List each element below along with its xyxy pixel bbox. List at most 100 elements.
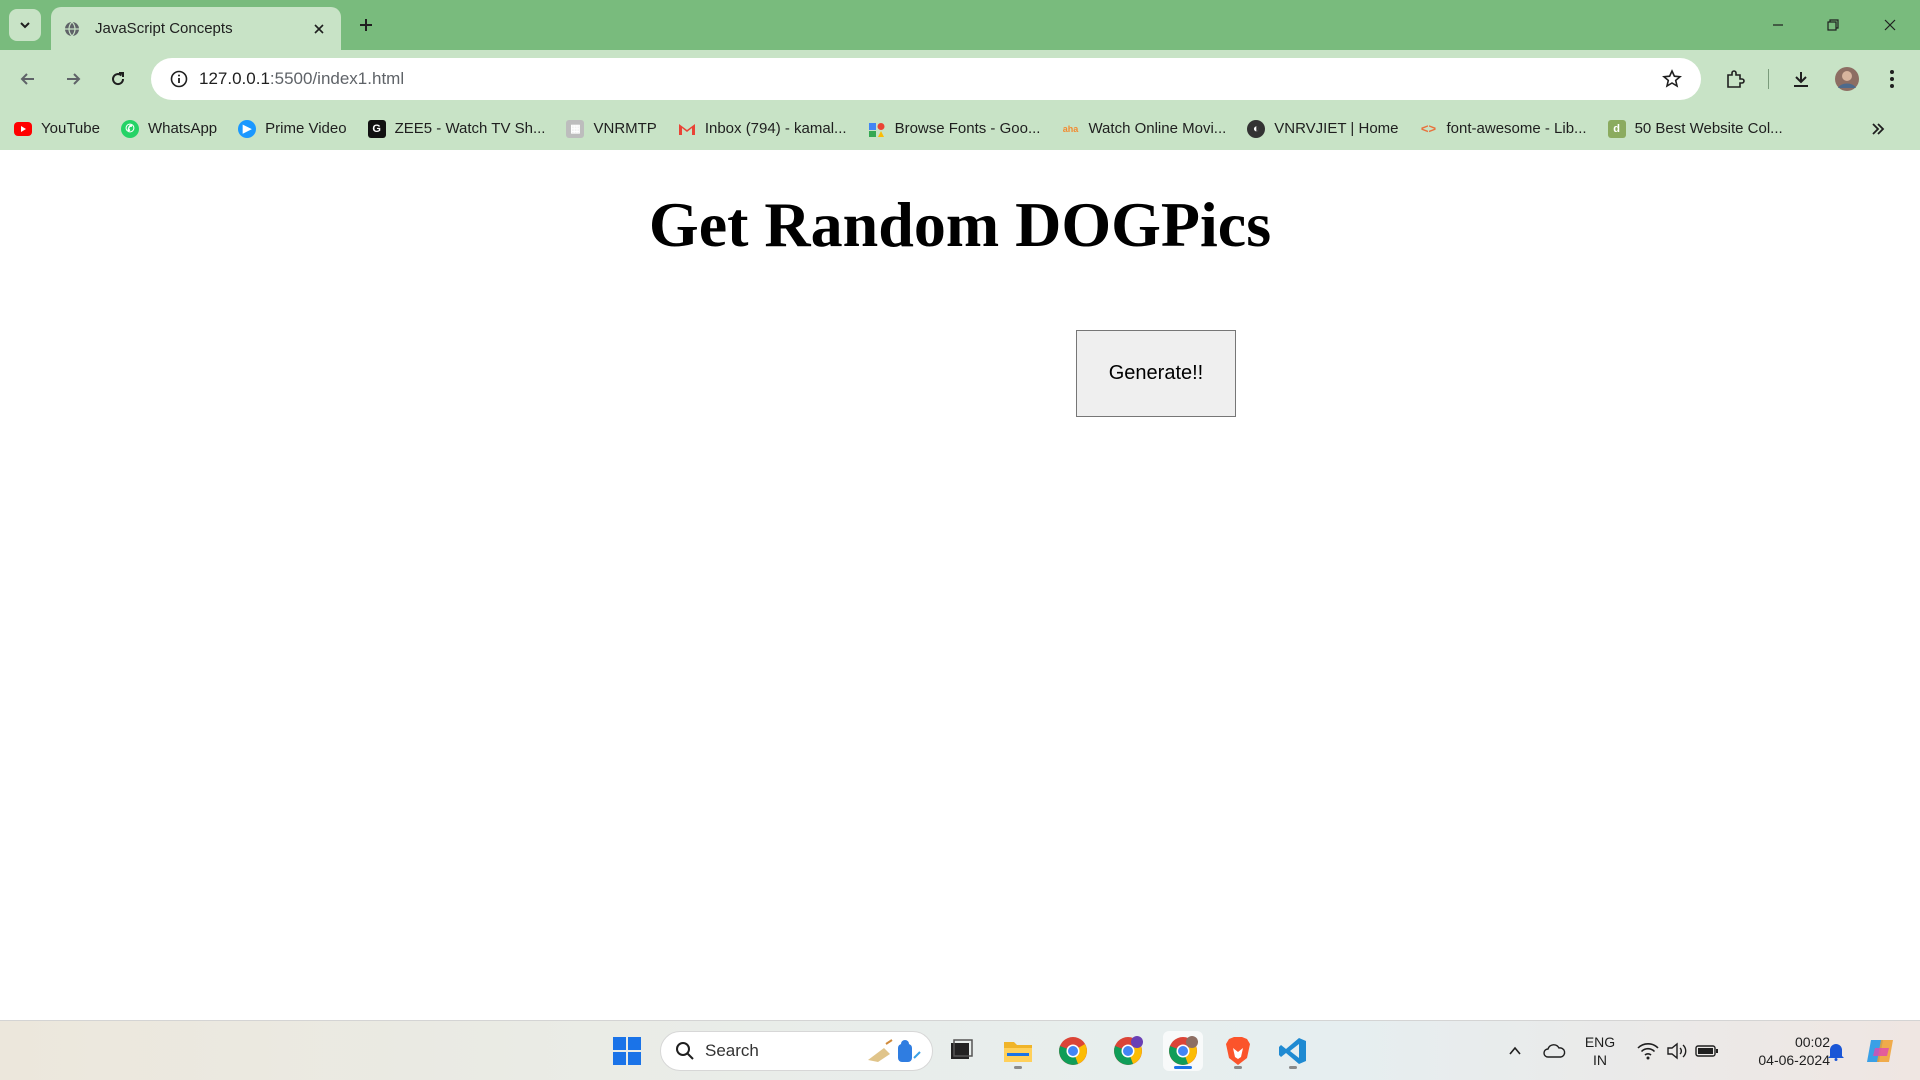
- bookmark-watch-online[interactable]: aha Watch Online Movi...: [1061, 114, 1235, 144]
- brave-button[interactable]: [1218, 1031, 1258, 1071]
- bookmark-label: 50 Best Website Col...: [1634, 120, 1783, 137]
- bookmark-whatsapp[interactable]: ✆ WhatsApp: [120, 114, 226, 144]
- generate-button[interactable]: Generate!!: [1076, 330, 1236, 417]
- bookmarks-overflow-button[interactable]: [1866, 117, 1890, 141]
- forward-button[interactable]: [56, 62, 90, 96]
- bookmark-label: font-awesome - Lib...: [1446, 120, 1587, 137]
- language-indicator[interactable]: ENG IN: [1578, 1033, 1622, 1069]
- downloads-button[interactable]: [1784, 62, 1818, 96]
- bookmark-label: ZEE5 - Watch TV Sh...: [394, 120, 546, 137]
- address-bar[interactable]: 127.0.0.1:5500/index1.html: [151, 58, 1701, 100]
- copilot-button[interactable]: [1862, 1021, 1898, 1080]
- start-button[interactable]: [607, 1031, 647, 1071]
- restore-icon: [1827, 19, 1839, 31]
- search-placeholder: Search: [705, 1041, 759, 1060]
- toolbar-divider: [1768, 69, 1769, 89]
- region-code: IN: [1593, 1052, 1607, 1068]
- minimize-button[interactable]: [1758, 8, 1798, 42]
- chrome-profile-button[interactable]: [1108, 1031, 1148, 1071]
- taskbar: Search ENG IN 00:02 04-06-2024: [0, 1020, 1920, 1080]
- back-button[interactable]: [11, 62, 45, 96]
- bookmark-font-awesome[interactable]: <> font-awesome - Lib...: [1420, 114, 1596, 144]
- task-view-icon: [951, 1039, 973, 1059]
- vscode-icon: [1279, 1038, 1306, 1064]
- language-code: ENG: [1584, 1034, 1616, 1050]
- plus-icon: [360, 19, 372, 31]
- taskbar-search[interactable]: Search: [660, 1031, 933, 1071]
- task-view-button[interactable]: [940, 1031, 980, 1071]
- tab-active[interactable]: JavaScript Concepts: [51, 7, 341, 50]
- more-vertical-icon: [1890, 70, 1894, 88]
- bookmark-vnrvjiet[interactable]: ◐ VNRVJIET | Home: [1247, 114, 1407, 144]
- site-info-icon[interactable]: [159, 70, 199, 88]
- chrome-button[interactable]: [1053, 1031, 1093, 1071]
- running-indicator: [1289, 1066, 1297, 1069]
- reload-icon: [112, 72, 125, 86]
- chrome-active-button[interactable]: [1163, 1031, 1203, 1071]
- bookmark-youtube[interactable]: YouTube: [14, 114, 109, 144]
- close-window-button[interactable]: [1870, 8, 1910, 42]
- vscode-button[interactable]: [1273, 1031, 1313, 1071]
- tab-strip: JavaScript Concepts: [0, 0, 1920, 50]
- cloud-icon: [1543, 1044, 1566, 1058]
- bookmark-label: YouTube: [41, 120, 100, 137]
- battery-icon: [1695, 1045, 1718, 1057]
- arrow-right-icon: [67, 73, 81, 85]
- bookmark-label: VNRMTP: [593, 120, 657, 137]
- movies-site-icon: aha: [1062, 123, 1079, 134]
- youtube-icon: [14, 120, 32, 138]
- page-viewport: Get Random DOGPics Generate!!: [0, 150, 1920, 1020]
- double-chevron-right-icon: [1872, 123, 1885, 135]
- bookmark-gmail[interactable]: Inbox (794) - kamal...: [678, 114, 856, 144]
- bookmark-star-icon[interactable]: [1661, 68, 1683, 90]
- profile-avatar[interactable]: [1830, 62, 1864, 96]
- bookmark-label: VNRVJIET | Home: [1274, 120, 1399, 137]
- copilot-icon: [1867, 1040, 1893, 1062]
- notifications-button[interactable]: [1822, 1021, 1850, 1080]
- browser-menu-button[interactable]: [1875, 62, 1909, 96]
- bookmark-prime-video[interactable]: ▶ Prime Video: [238, 114, 355, 144]
- page-title: Get Random DOGPics: [648, 189, 1272, 260]
- arrow-left-icon: [20, 73, 34, 85]
- active-indicator: [1174, 1066, 1192, 1069]
- tab-search-button[interactable]: [9, 9, 41, 41]
- code-brackets-icon: <>: [1420, 121, 1437, 136]
- whatsapp-icon: ✆: [120, 119, 139, 138]
- network-button[interactable]: [1634, 1021, 1662, 1080]
- url-path: :5500/index1.html: [269, 69, 405, 88]
- reload-button[interactable]: [101, 62, 135, 96]
- bookmark-vnrmtp[interactable]: ▦ VNRMTP: [566, 114, 665, 144]
- google-fonts-icon: [868, 120, 886, 138]
- website-colors-icon: d: [1607, 119, 1626, 138]
- windows-logo-icon: [613, 1037, 641, 1065]
- download-icon: [1794, 72, 1808, 87]
- url-host: 127.0.0.1: [199, 69, 270, 88]
- minimize-icon: [1773, 24, 1783, 26]
- volume-button[interactable]: [1663, 1021, 1691, 1080]
- bookmark-google-fonts[interactable]: Browse Fonts - Goo...: [868, 114, 1050, 144]
- folder-icon: [1004, 1042, 1032, 1062]
- search-highlight-icon: [864, 1038, 922, 1071]
- clock-time: 00:02: [1794, 1034, 1830, 1050]
- bookmark-zee5[interactable]: G ZEE5 - Watch TV Sh...: [367, 114, 555, 144]
- close-tab-icon[interactable]: [309, 19, 329, 39]
- clock[interactable]: 00:02 04-06-2024: [1730, 1033, 1830, 1069]
- show-hidden-icons-button[interactable]: [1500, 1021, 1530, 1080]
- bookmark-website-colors[interactable]: d 50 Best Website Col...: [1607, 114, 1792, 144]
- restore-button[interactable]: [1813, 8, 1853, 42]
- new-tab-button[interactable]: [352, 11, 380, 39]
- bookmark-label: Inbox (794) - kamal...: [704, 120, 847, 137]
- extensions-button[interactable]: [1718, 62, 1752, 96]
- url-text[interactable]: 127.0.0.1:5500/index1.html: [199, 69, 404, 89]
- file-explorer-button[interactable]: [998, 1031, 1038, 1071]
- search-icon: [676, 1042, 694, 1060]
- onedrive-button[interactable]: [1538, 1021, 1570, 1080]
- bookmark-label: Prime Video: [265, 120, 347, 137]
- battery-button[interactable]: [1692, 1021, 1722, 1080]
- chrome-icon: [1059, 1037, 1087, 1065]
- bookmarks-bar: YouTube ✆ WhatsApp ▶ Prime Video G ZEE5 …: [0, 107, 1920, 150]
- speaker-icon: [1667, 1042, 1687, 1060]
- browser-toolbar: 127.0.0.1:5500/index1.html: [0, 50, 1920, 107]
- chevron-down-icon: [20, 22, 30, 29]
- chevron-up-icon: [1509, 1046, 1521, 1055]
